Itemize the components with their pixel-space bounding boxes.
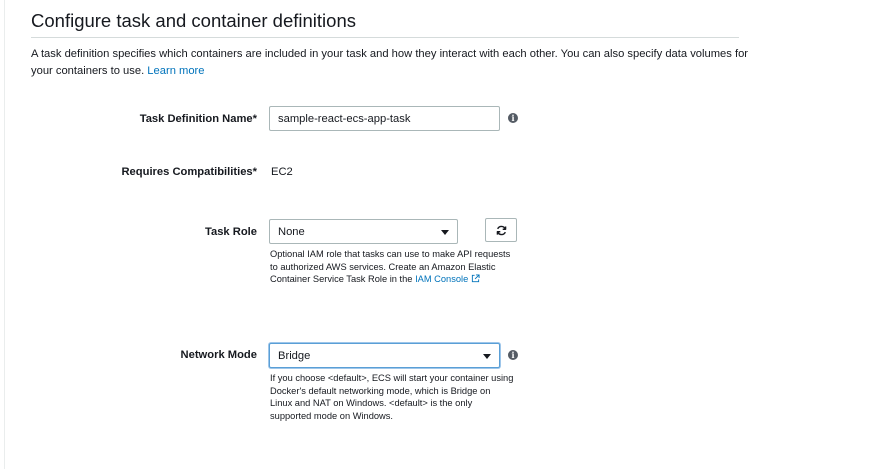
iam-console-link-text: IAM Console: [415, 274, 469, 284]
task-role-label: Task Role: [204, 226, 257, 238]
left-border: [4, 0, 5, 469]
network-mode-label: Network Mode: [180, 349, 257, 361]
iam-console-link[interactable]: IAM Console: [415, 274, 480, 284]
learn-more-link[interactable]: Learn more: [147, 65, 204, 77]
requires-compatibilities-value: EC2: [271, 166, 293, 178]
section-description: A task definition specifies which contai…: [31, 46, 751, 80]
title-divider: [31, 37, 739, 38]
task-role-help: Optional IAM role that tasks can use to …: [270, 248, 515, 286]
network-mode-select[interactable]: Bridge: [269, 343, 500, 368]
requires-compatibilities-label: Requires Compatibilities*: [121, 166, 257, 178]
task-role-select[interactable]: None: [269, 219, 458, 244]
task-definition-name-input[interactable]: sample-react-ecs-app-task: [269, 106, 500, 131]
task-role-selected: None: [278, 225, 305, 238]
task-definition-name-value: sample-react-ecs-app-task: [278, 112, 411, 125]
chevron-down-icon: [483, 353, 491, 359]
section-title: Configure task and container definitions: [31, 10, 356, 31]
network-mode-help: If you choose <default>, ECS will start …: [270, 373, 514, 421]
task-definition-name-label: Task Definition Name*: [139, 113, 257, 125]
info-icon[interactable]: i: [508, 350, 518, 360]
info-icon[interactable]: i: [508, 113, 518, 123]
chevron-down-icon: [441, 229, 449, 235]
description-text: A task definition specifies which contai…: [31, 48, 749, 77]
refresh-icon: [496, 225, 506, 235]
refresh-button[interactable]: [485, 218, 517, 242]
network-mode-selected: Bridge: [278, 349, 311, 362]
external-link-icon: [471, 274, 480, 283]
